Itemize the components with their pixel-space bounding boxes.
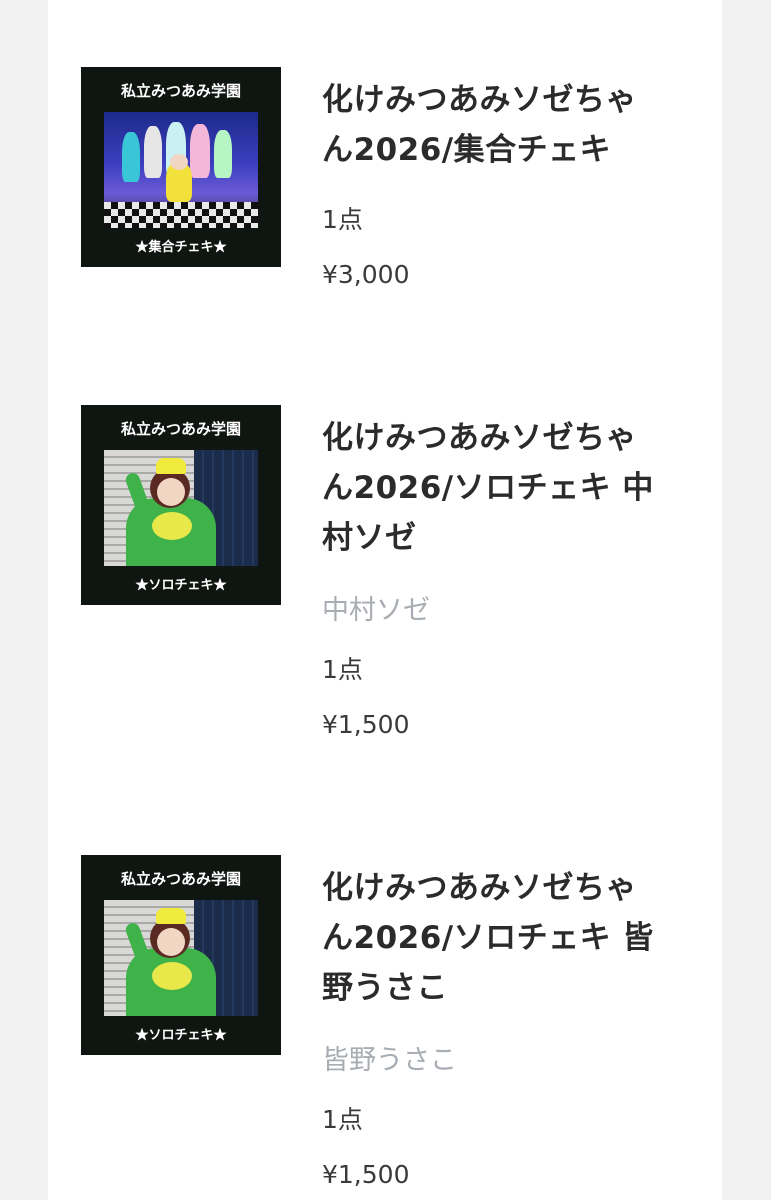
thumbnail-school-label: 私立みつあみ学園 [120,420,241,438]
item-price: ¥1,500 [322,710,410,739]
item-price: ¥3,000 [322,260,410,289]
product-thumbnail[interactable]: 私立みつあみ学園 ★集合チェキ★ [81,67,281,267]
thumbnail-caption: ★ソロチェキ★ [135,1028,227,1043]
item-quantity: 1点 [322,655,363,684]
list-item[interactable]: 私立みつあみ学園 ★ソロチェキ★ 化けみつあみソゼちゃん2026/ソロチェキ 皆… [81,855,701,1200]
list-item[interactable]: 私立みつあみ学園 ★ソロチェキ★ 化けみつあみソゼちゃん2026/ソロチェキ 中… [81,405,701,755]
thumbnail-school-label: 私立みつあみ学園 [120,870,241,888]
thumbnail-photo [104,112,258,228]
thumbnail-photo [104,450,258,566]
product-thumbnail[interactable]: 私立みつあみ学園 ★ソロチェキ★ [81,405,281,605]
item-title[interactable]: 化けみつあみソゼちゃん2026/ソロチェキ 皆野うさこ [322,863,668,1013]
item-price: ¥1,500 [322,1160,410,1189]
item-title[interactable]: 化けみつあみソゼちゃん2026/集合チェキ [322,75,668,175]
list-item[interactable]: 私立みつあみ学園 ★集合チェキ★ 化けみつあみソゼちゃん2026/集合チェキ 1… [81,67,701,307]
item-member-name: 皆野うさこ [322,1045,457,1076]
item-quantity: 1点 [322,1105,363,1134]
thumbnail-caption: ★集合チェキ★ [135,240,227,255]
item-member-name: 中村ソゼ [322,595,430,626]
item-quantity: 1点 [322,205,363,234]
item-title[interactable]: 化けみつあみソゼちゃん2026/ソロチェキ 中村ソゼ [322,413,668,563]
thumbnail-school-label: 私立みつあみ学園 [120,82,241,100]
order-items-card: 私立みつあみ学園 ★集合チェキ★ 化けみつあみソゼちゃん2026/集合チェキ 1… [48,0,722,1200]
product-thumbnail[interactable]: 私立みつあみ学園 ★ソロチェキ★ [81,855,281,1055]
thumbnail-caption: ★ソロチェキ★ [135,578,227,593]
thumbnail-photo [104,900,258,1016]
